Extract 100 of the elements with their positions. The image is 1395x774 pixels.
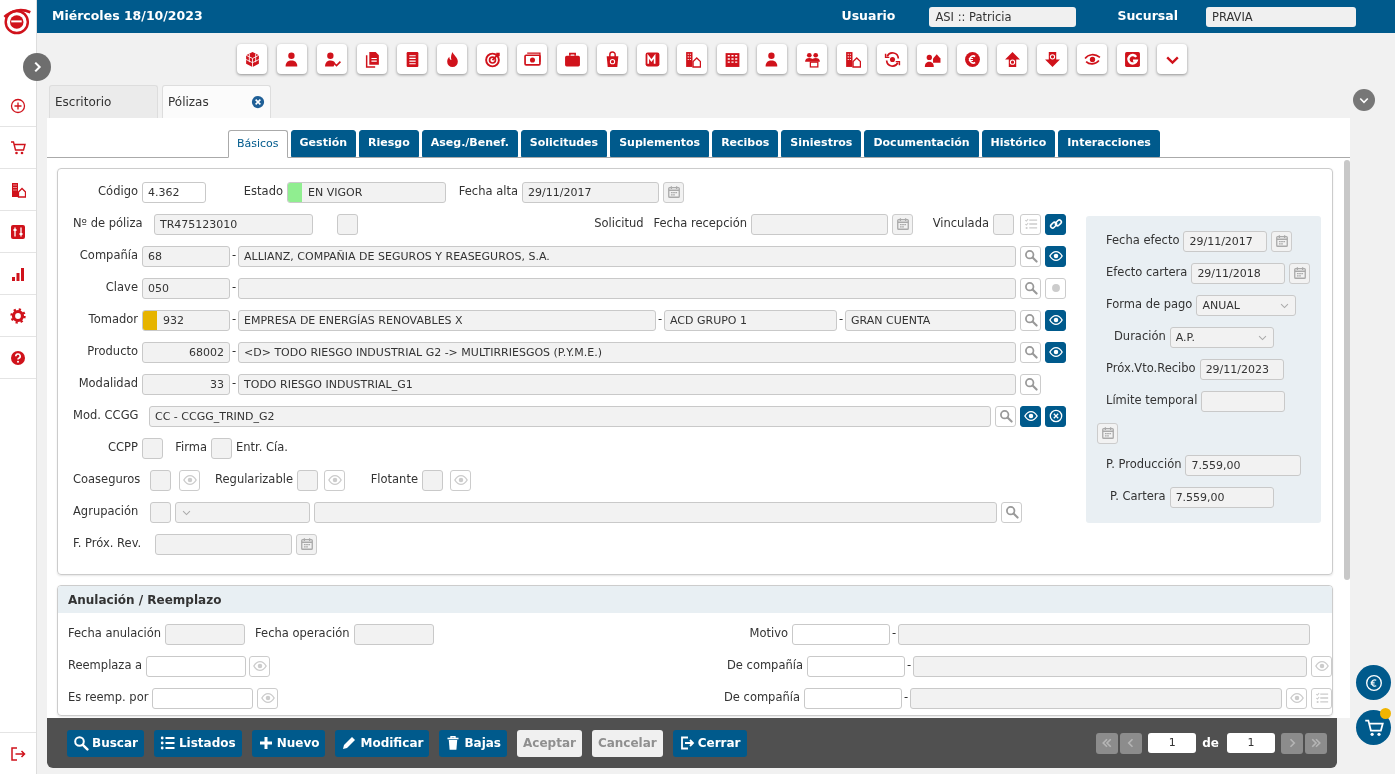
input-field[interactable]: ACD GRUPO 1 <box>664 309 837 331</box>
toolbar-button[interactable] <box>717 44 747 74</box>
expand-button[interactable] <box>23 53 51 81</box>
input-field[interactable]: 68 <box>142 245 230 267</box>
action-button[interactable]: Nuevo <box>251 729 326 757</box>
checkbox[interactable] <box>297 469 318 491</box>
tab[interactable]: Escritorio <box>49 85 158 118</box>
search-button[interactable] <box>1001 501 1022 523</box>
checkbox[interactable] <box>337 213 358 235</box>
tab[interactable]: Recibos <box>712 130 779 157</box>
checkbox[interactable] <box>211 437 232 459</box>
toolbar-button[interactable] <box>317 44 347 74</box>
toolbar-button[interactable] <box>1117 44 1147 74</box>
action-button[interactable]: Modificar <box>335 729 430 757</box>
input-field[interactable] <box>804 687 902 709</box>
view-button[interactable] <box>1045 245 1066 267</box>
toolbar-button[interactable] <box>597 44 627 74</box>
link-button[interactable] <box>1045 213 1066 235</box>
tab[interactable]: Riesgo <box>359 130 419 157</box>
input-field[interactable]: GRAN CUENTA <box>845 309 1016 331</box>
close-icon[interactable] <box>251 95 265 109</box>
collapse-button[interactable] <box>1353 89 1375 111</box>
page-field[interactable]: 1 <box>1148 733 1197 753</box>
action-button[interactable]: Bajas <box>439 729 507 757</box>
toolbar-button[interactable] <box>477 44 507 74</box>
input-field[interactable]: TODO RIESGO INDUSTRIAL_G1 <box>238 373 1016 395</box>
input-field[interactable] <box>238 277 1016 299</box>
toolbar-button[interactable] <box>237 44 267 74</box>
euro-button[interactable] <box>1356 665 1391 700</box>
input-field[interactable] <box>1201 390 1286 412</box>
input-field[interactable]: 050 <box>142 277 230 299</box>
action-button[interactable]: Listados <box>153 729 242 757</box>
tab[interactable]: Interacciones <box>1058 130 1160 157</box>
input-field[interactable]: 29/11/2023 <box>1199 358 1284 380</box>
toolbar-button[interactable] <box>637 44 667 74</box>
input-field[interactable]: 33 <box>142 373 230 395</box>
plus-circle-icon[interactable] <box>10 97 26 114</box>
tab[interactable]: Suplementos <box>610 130 710 157</box>
input-field[interactable]: 932 <box>142 309 230 331</box>
help-icon[interactable] <box>10 349 26 366</box>
input-field[interactable]: 29/11/2017 <box>522 181 659 203</box>
bar-chart-icon[interactable] <box>10 265 26 282</box>
tab[interactable]: Aseg./Benef. <box>421 130 518 157</box>
page-count-field[interactable]: 1 <box>1227 733 1275 753</box>
input-field[interactable] <box>165 623 246 645</box>
toolbar-button[interactable] <box>917 44 947 74</box>
action-button[interactable]: Cerrar <box>672 729 747 757</box>
toolbar-button[interactable] <box>877 44 907 74</box>
toolbar-button[interactable] <box>797 44 827 74</box>
input-field[interactable]: 4.362 <box>142 181 206 203</box>
checkbox[interactable] <box>150 469 171 491</box>
input-field[interactable] <box>910 687 1282 709</box>
input-field[interactable] <box>314 501 997 523</box>
view-button[interactable] <box>1045 341 1066 363</box>
toolbar-button[interactable] <box>517 44 547 74</box>
input-field[interactable]: 29/11/2018 <box>1191 262 1286 284</box>
input-field[interactable] <box>152 687 254 709</box>
toolbar-button[interactable] <box>997 44 1027 74</box>
toolbar-button[interactable] <box>397 44 427 74</box>
input-field[interactable]: <D> TODO RIESGO INDUSTRIAL G2 -> MULTIRRIESGOS (P.Y.M.E.) <box>238 341 1016 363</box>
toolbar-button[interactable] <box>357 44 387 74</box>
checkbox[interactable] <box>150 501 171 523</box>
input-field[interactable]: 7.559,00 <box>1169 486 1274 508</box>
sliders-icon[interactable] <box>10 223 26 240</box>
input-field[interactable] <box>913 655 1307 677</box>
tab[interactable]: Histórico <box>981 130 1056 157</box>
action-button[interactable]: Buscar <box>67 729 144 757</box>
clear-button[interactable] <box>1045 405 1066 427</box>
input-field[interactable]: TR475123010 <box>154 213 313 235</box>
settings-icon[interactable] <box>10 307 26 324</box>
scrollbar[interactable] <box>1344 160 1350 580</box>
building-icon[interactable] <box>10 181 26 198</box>
tab[interactable]: Pólizas <box>162 85 271 118</box>
toolbar-button[interactable] <box>1077 44 1107 74</box>
toolbar-button[interactable] <box>437 44 467 74</box>
view-button[interactable] <box>1020 405 1041 427</box>
search-button[interactable] <box>1020 277 1041 299</box>
cart-button[interactable] <box>1356 710 1391 745</box>
input-field[interactable] <box>898 623 1310 645</box>
checkbox[interactable] <box>142 437 163 459</box>
checkbox[interactable] <box>422 469 443 491</box>
search-button[interactable] <box>1020 373 1041 395</box>
toolbar-button[interactable] <box>1037 44 1067 74</box>
tab[interactable]: Gestión <box>290 130 357 157</box>
input-field[interactable] <box>751 213 888 235</box>
input-field[interactable] <box>792 623 890 645</box>
toolbar-button[interactable] <box>757 44 787 74</box>
toolbar-button[interactable] <box>557 44 587 74</box>
toolbar-button[interactable] <box>277 44 307 74</box>
input-field[interactable]: 7.559,00 <box>1185 454 1302 476</box>
input-field[interactable] <box>807 655 905 677</box>
tab[interactable]: Documentación <box>864 130 979 157</box>
toolbar-button[interactable] <box>837 44 867 74</box>
toolbar-button[interactable] <box>1157 44 1187 74</box>
view-button[interactable] <box>1045 309 1066 331</box>
cart-icon[interactable] <box>10 139 26 156</box>
input-field[interactable]: 68002 <box>142 341 230 363</box>
input-field[interactable] <box>155 533 292 555</box>
tab[interactable]: Siniestros <box>781 130 862 157</box>
input-field[interactable]: 29/11/2017 <box>1183 230 1268 252</box>
